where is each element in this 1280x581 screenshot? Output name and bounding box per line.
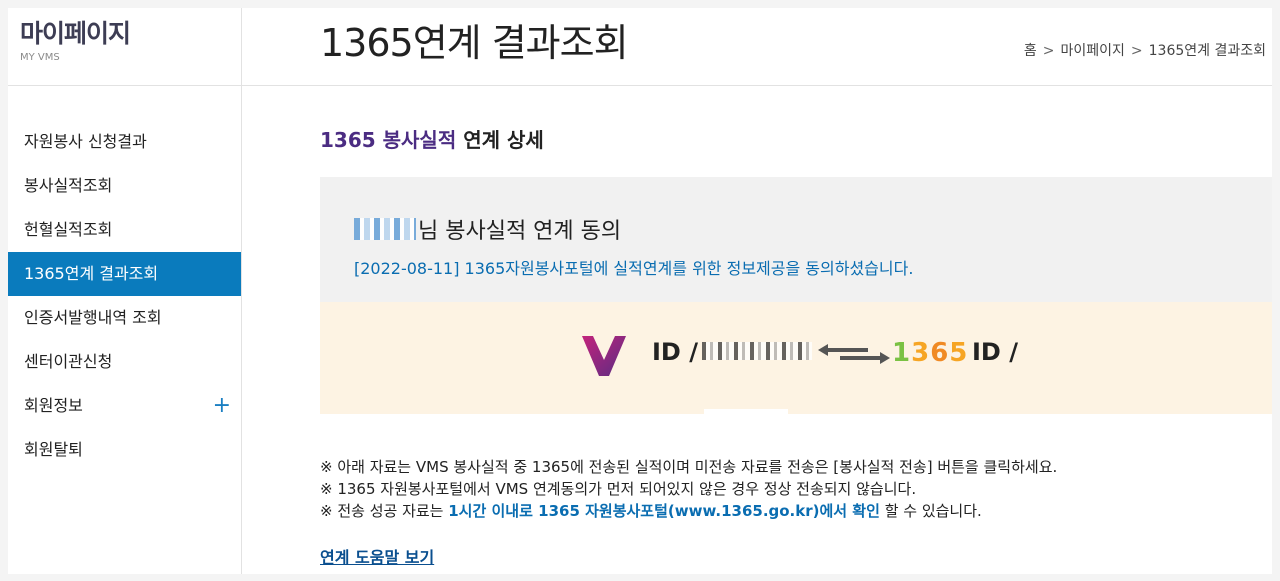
breadcrumb-separator: >	[1130, 43, 1143, 59]
sidebar-item-withdraw[interactable]: 회원탈퇴	[8, 428, 241, 472]
breadcrumb-home[interactable]: 홈	[1024, 43, 1037, 59]
sidebar-subtitle: MY VMS	[20, 52, 60, 63]
sidebar-title: 마이페이지	[20, 19, 131, 48]
sidebar-item-service-record-inquiry[interactable]: 봉사실적조회	[8, 164, 241, 208]
note-prefix: ※ 전송 성공 자료는	[320, 502, 449, 520]
sidebar-item-label: 봉사실적조회	[24, 176, 113, 195]
help-link[interactable]: 연계 도움말 보기	[320, 544, 434, 568]
consent-date-text: [2022-08-11] 1365자원봉사포털에 실적연계를 위한 정보제공을 …	[354, 259, 914, 278]
note-line: ※ 전송 성공 자료는 1시간 이내로 1365 자원봉사포털(www.1365…	[320, 500, 1272, 522]
sidebar-item-label: 회원탈퇴	[24, 440, 83, 459]
note-line: ※ 1365 자원봉사포털에서 VMS 연계동의가 먼저 되어있지 않은 경우 …	[320, 480, 917, 498]
consent-box: 님 봉사실적 연계 동의 [2022-08-11] 1365자원봉사포털에 실적…	[320, 177, 1272, 302]
page-header: 1365연계 결과조회 홈 > 마이페이지 >1365연계 결과조회	[242, 8, 1272, 86]
main-content: 1365연계 결과조회 홈 > 마이페이지 >1365연계 결과조회 1365 봉사실…	[242, 8, 1272, 574]
sidebar-item-member-info[interactable]: 회원정보 +	[8, 384, 241, 428]
note-suffix: 할 수 있습니다.	[879, 502, 982, 520]
sidebar: 마이페이지 MY VMS 자원봉사 신청결과 봉사실적조회 헌혈실적조회 136…	[8, 8, 242, 574]
consent-heading-text: 님 봉사실적 연계 동의	[418, 219, 622, 244]
sidebar-item-label: 헌혈실적조회	[24, 220, 113, 239]
sidebar-item-label: 인증서발행내역 조회	[24, 308, 162, 327]
section-title: 1365 봉사실적 연계 상세	[320, 124, 1272, 153]
notes: ※ 아래 자료는 VMS 봉사실적 중 1365에 전송된 실적이며 미전송 자…	[320, 456, 1272, 522]
page-title: 1365연계 결과조회	[320, 21, 629, 65]
vms-v-logo-icon	[582, 336, 626, 376]
note-line: ※ 아래 자료는 VMS 봉사실적 중 1365에 전송된 실적이며 미전송 자…	[320, 458, 1058, 476]
section-title-rest: 연계 상세	[456, 128, 544, 152]
content-area: 1365 봉사실적 연계 상세 님 봉사실적 연계 동의 [2022-08-11…	[320, 86, 1272, 568]
sidebar-item-blood-donation-inquiry[interactable]: 헌혈실적조회	[8, 208, 241, 252]
consent-heading: 님 봉사실적 연계 동의	[354, 213, 1272, 245]
breadcrumb-mypage[interactable]: 마이페이지	[1061, 43, 1125, 59]
sidebar-item-label: 회원정보	[24, 396, 83, 415]
breadcrumb: 홈 > 마이페이지 >1365연계 결과조회	[1024, 40, 1266, 60]
sidebar-menu: 자원봉사 신청결과 봉사실적조회 헌혈실적조회 1365연계 결과조회 인증서발…	[8, 120, 241, 472]
sidebar-item-1365-link-results[interactable]: 1365연계 결과조회	[8, 252, 241, 296]
linkage-box: ID / 1365 ID /	[320, 302, 1272, 414]
breadcrumb-current: 1365연계 결과조회	[1148, 43, 1266, 59]
note-highlight: 1시간 이내로 1365 자원봉사포털(www.1365.go.kr)에서 확인	[448, 502, 880, 520]
vms-id-label: ID /	[652, 338, 698, 366]
portal-1365-id-label: ID /	[972, 338, 1018, 366]
portal-1365-logo: 1365	[892, 338, 969, 368]
sidebar-item-volunteer-application-results[interactable]: 자원봉사 신청결과	[8, 120, 241, 164]
sidebar-item-label: 자원봉사 신청결과	[24, 132, 147, 151]
plus-icon[interactable]: +	[213, 384, 231, 428]
link-arrows-icon	[818, 344, 890, 364]
sidebar-item-center-transfer[interactable]: 센터이관신청	[8, 340, 241, 384]
sidebar-item-certificate-history[interactable]: 인증서발행내역 조회	[8, 296, 241, 340]
divider-tab	[704, 409, 788, 414]
breadcrumb-separator: >	[1042, 43, 1055, 59]
sidebar-header: 마이페이지 MY VMS	[8, 8, 241, 86]
masked-vms-id	[702, 342, 812, 360]
sidebar-item-label: 1365연계 결과조회	[24, 264, 159, 283]
masked-user-name	[354, 218, 416, 240]
sidebar-item-label: 센터이관신청	[24, 352, 113, 371]
section-title-accent: 1365 봉사실적	[320, 128, 457, 152]
